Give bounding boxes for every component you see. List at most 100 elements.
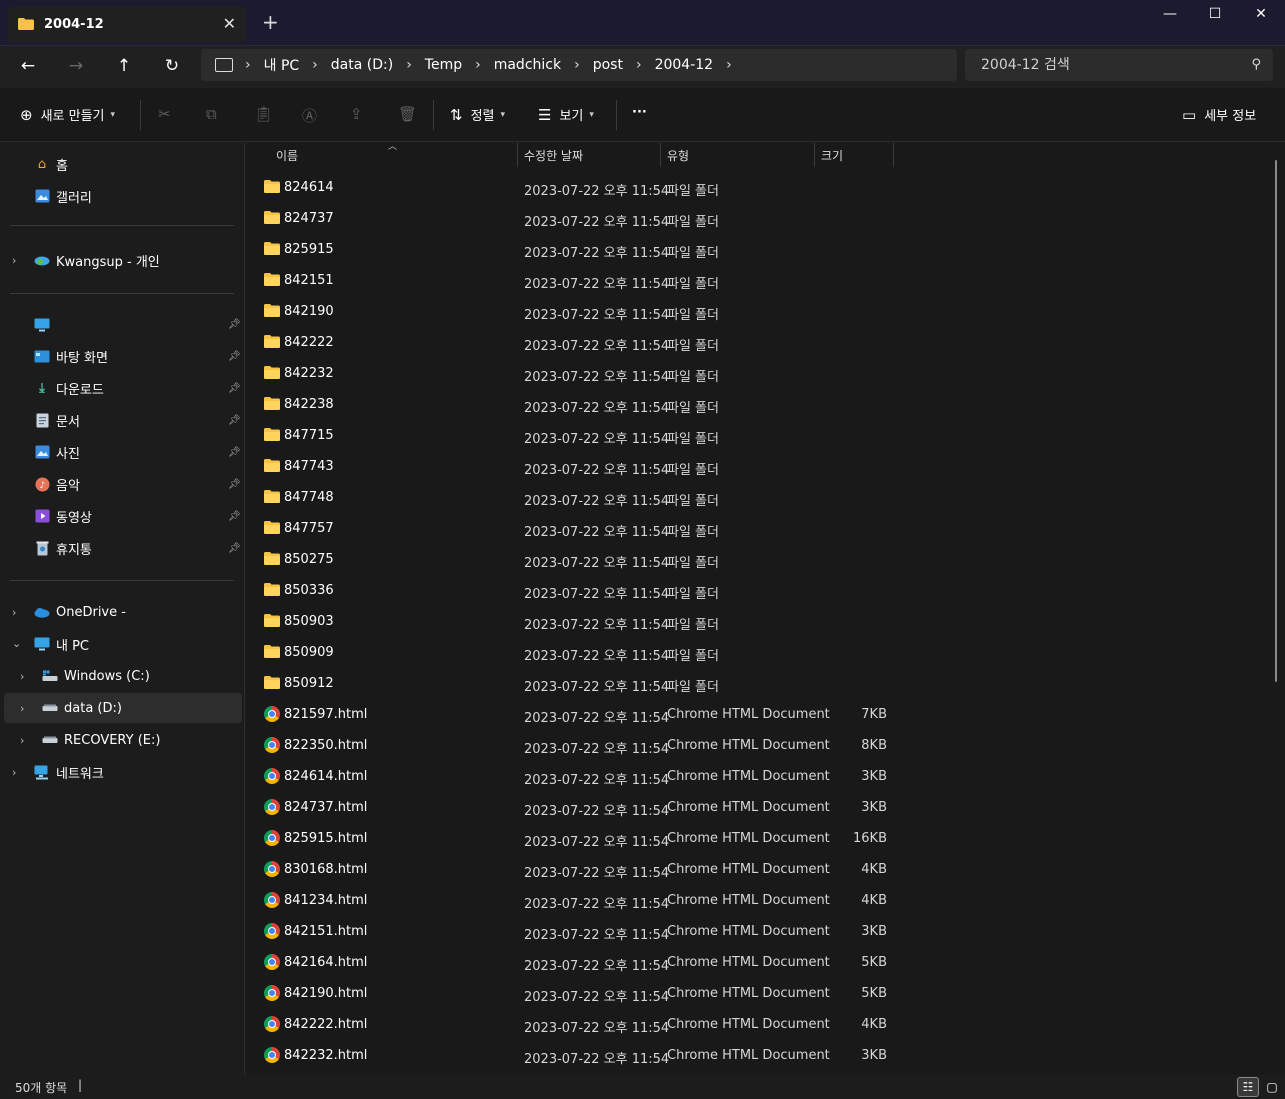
sidebar-quick-item[interactable] (34, 310, 56, 340)
minimize-button[interactable]: — (1155, 6, 1185, 22)
folder-row[interactable]: 842151 2023-07-22 오후 11:54 파일 폴더 (246, 265, 1246, 296)
maximize-button[interactable]: ☐ (1200, 6, 1230, 22)
file-row[interactable]: 825915.html 2023-07-22 오후 11:54 Chrome HTM… (246, 823, 1246, 854)
refresh-button[interactable]: ↻ (160, 56, 184, 76)
folder-row[interactable]: 850912 2023-07-22 오후 11:54 파일 폴더 (246, 668, 1246, 699)
folder-row[interactable]: 850275 2023-07-22 오후 11:54 파일 폴더 (246, 544, 1246, 575)
folder-row[interactable]: 825915 2023-07-22 오후 11:54 파일 폴더 (246, 234, 1246, 265)
copy-button[interactable]: ⧉ (206, 105, 225, 123)
forward-button[interactable]: → (64, 56, 88, 76)
file-row[interactable]: 842232.html 2023-07-22 오후 11:54 Chrome HTM… (246, 1040, 1246, 1071)
chevron-right-icon[interactable]: › (20, 670, 24, 683)
sidebar-item-home[interactable]: ⌂ 홈 (34, 149, 68, 179)
chevron-right-icon[interactable]: › (636, 57, 642, 73)
column-divider[interactable] (660, 143, 661, 167)
file-row[interactable]: 842151.html 2023-07-22 오후 11:54 Chrome HTM… (246, 916, 1246, 947)
chevron-right-icon[interactable]: › (20, 734, 24, 747)
breadcrumb-this-pc[interactable]: 내 PC (264, 55, 300, 75)
sidebar-item-documents[interactable]: 문서 (34, 405, 80, 435)
folder-row[interactable]: 850903 2023-07-22 오후 11:54 파일 폴더 (246, 606, 1246, 637)
chevron-right-icon[interactable]: › (406, 57, 412, 73)
chevron-right-icon[interactable]: › (726, 57, 732, 73)
breadcrumb-post[interactable]: post (593, 57, 623, 73)
folder-row[interactable]: 842232 2023-07-22 오후 11:54 파일 폴더 (246, 358, 1246, 389)
file-row[interactable]: 824737.html 2023-07-22 오후 11:54 Chrome HTM… (246, 792, 1246, 823)
pin-icon[interactable]: 📌︎ (228, 351, 241, 362)
sidebar-item-drive-d[interactable]: › data (D:) (20, 693, 122, 723)
chevron-right-icon[interactable]: › (475, 57, 481, 73)
sidebar-item-music[interactable]: ♪ 음악 (34, 469, 80, 499)
up-button[interactable]: ↑ (112, 56, 136, 76)
sidebar-item-pictures[interactable]: 사진 (34, 437, 80, 467)
file-row[interactable]: 842222.html 2023-07-22 오후 11:54 Chrome HTM… (246, 1009, 1246, 1040)
column-divider[interactable] (517, 143, 518, 167)
sidebar-item-recycle-bin[interactable]: 휴지통 (34, 533, 92, 563)
folder-row[interactable]: 847743 2023-07-22 오후 11:54 파일 폴더 (246, 451, 1246, 482)
tiles-view-button[interactable]: ▢ (1261, 1077, 1283, 1097)
back-button[interactable]: ← (16, 56, 40, 76)
chevron-right-icon[interactable]: › (20, 702, 24, 715)
folder-row[interactable]: 824614 2023-07-22 오후 11:54 파일 폴더 (246, 172, 1246, 203)
folder-row[interactable]: 824737 2023-07-22 오후 11:54 파일 폴더 (246, 203, 1246, 234)
file-row[interactable]: 842164.html 2023-07-22 오후 11:54 Chrome HTM… (246, 947, 1246, 978)
breadcrumb-temp[interactable]: Temp (425, 57, 462, 73)
folder-row[interactable]: 842190 2023-07-22 오후 11:54 파일 폴더 (246, 296, 1246, 327)
more-options-button[interactable]: ··· (632, 105, 647, 120)
close-button[interactable]: ✕ (1246, 6, 1276, 22)
sidebar-item-onedrive[interactable]: › OneDrive - (12, 597, 126, 627)
tab-close-button[interactable]: ✕ (223, 14, 236, 33)
sidebar-item-drive-c[interactable]: › Windows (C:) (20, 661, 150, 691)
sidebar-item-network[interactable]: › 네트워크 (12, 757, 104, 787)
pin-icon[interactable]: 📌︎ (228, 479, 241, 490)
file-row[interactable]: 824614.html 2023-07-22 오후 11:54 Chrome HTM… (246, 761, 1246, 792)
chevron-down-icon[interactable]: ⌄ (12, 637, 21, 650)
pin-icon[interactable]: 📌︎ (228, 511, 241, 522)
chevron-right-icon[interactable]: › (12, 766, 16, 779)
column-header-size[interactable]: 크기 (821, 143, 891, 167)
pin-icon[interactable]: 📌︎ (228, 415, 241, 426)
pin-icon[interactable]: 📌︎ (228, 543, 241, 554)
sidebar-item-drive-e[interactable]: › RECOVERY (E:) (20, 725, 160, 755)
pin-icon[interactable]: 📌︎ (228, 383, 241, 394)
details-view-button[interactable]: ☷ (1237, 1077, 1259, 1097)
file-row[interactable]: 830168.html 2023-07-22 오후 11:54 Chrome HTM… (246, 854, 1246, 885)
folder-row[interactable]: 847748 2023-07-22 오후 11:54 파일 폴더 (246, 482, 1246, 513)
chevron-right-icon[interactable]: › (12, 254, 16, 267)
chevron-right-icon[interactable]: › (574, 57, 580, 73)
sidebar-item-this-pc[interactable]: ⌄ 내 PC (12, 629, 89, 659)
pin-icon[interactable]: 📌︎ (228, 447, 241, 458)
tab-active[interactable]: 2004-12 ✕ (8, 6, 246, 42)
rename-button[interactable]: Ⓐ (302, 105, 325, 126)
address-bar[interactable]: › 내 PC › data (D:) › Temp › madchick › p… (201, 49, 957, 81)
vertical-scrollbar[interactable] (1275, 160, 1277, 682)
breadcrumb-madchick[interactable]: madchick (494, 57, 561, 73)
paste-button[interactable]: 📋︎ (254, 105, 281, 123)
chevron-right-icon[interactable]: › (245, 57, 251, 73)
cut-button[interactable]: ✂ (158, 105, 179, 123)
view-button[interactable]: ☰ 보기 ▾ (538, 105, 594, 125)
column-divider[interactable] (814, 143, 815, 167)
breadcrumb-data-drive[interactable]: data (D:) (331, 57, 393, 73)
folder-row[interactable]: 847757 2023-07-22 오후 11:54 파일 폴더 (246, 513, 1246, 544)
chevron-right-icon[interactable]: › (12, 606, 16, 619)
folder-row[interactable]: 842238 2023-07-22 오후 11:54 파일 폴더 (246, 389, 1246, 420)
column-divider[interactable] (893, 143, 894, 167)
sidebar-item-desktop[interactable]: 바탕 화면 (34, 341, 108, 371)
folder-row[interactable]: 847715 2023-07-22 오후 11:54 파일 폴더 (246, 420, 1246, 451)
folder-row[interactable]: 842222 2023-07-22 오후 11:54 파일 폴더 (246, 327, 1246, 358)
new-button[interactable]: ⊕ 새로 만들기 ▾ (20, 105, 115, 125)
sort-button[interactable]: ⇅ 정렬 ▾ (450, 105, 505, 125)
folder-row[interactable]: 850336 2023-07-22 오후 11:54 파일 폴더 (246, 575, 1246, 606)
chevron-right-icon[interactable]: › (312, 57, 318, 73)
file-row[interactable]: 841234.html 2023-07-22 오후 11:54 Chrome HTM… (246, 885, 1246, 916)
column-header-name[interactable]: 이름 (276, 143, 516, 167)
pin-icon[interactable]: 📌︎ (228, 319, 241, 330)
search-icon[interactable]: ⚲ (1251, 57, 1261, 72)
sidebar-item-personal-cloud[interactable]: › Kwangsup - 개인 (12, 245, 160, 275)
sidebar-item-gallery[interactable]: 갤러리 (34, 181, 92, 211)
file-row[interactable]: 822350.html 2023-07-22 오후 11:54 Chrome HTM… (246, 730, 1246, 761)
breadcrumb-current[interactable]: 2004-12 (655, 57, 714, 73)
search-input[interactable] (965, 49, 1235, 81)
share-button[interactable]: ⇪ (350, 105, 371, 123)
delete-button[interactable]: 🗑︎ (398, 105, 425, 123)
